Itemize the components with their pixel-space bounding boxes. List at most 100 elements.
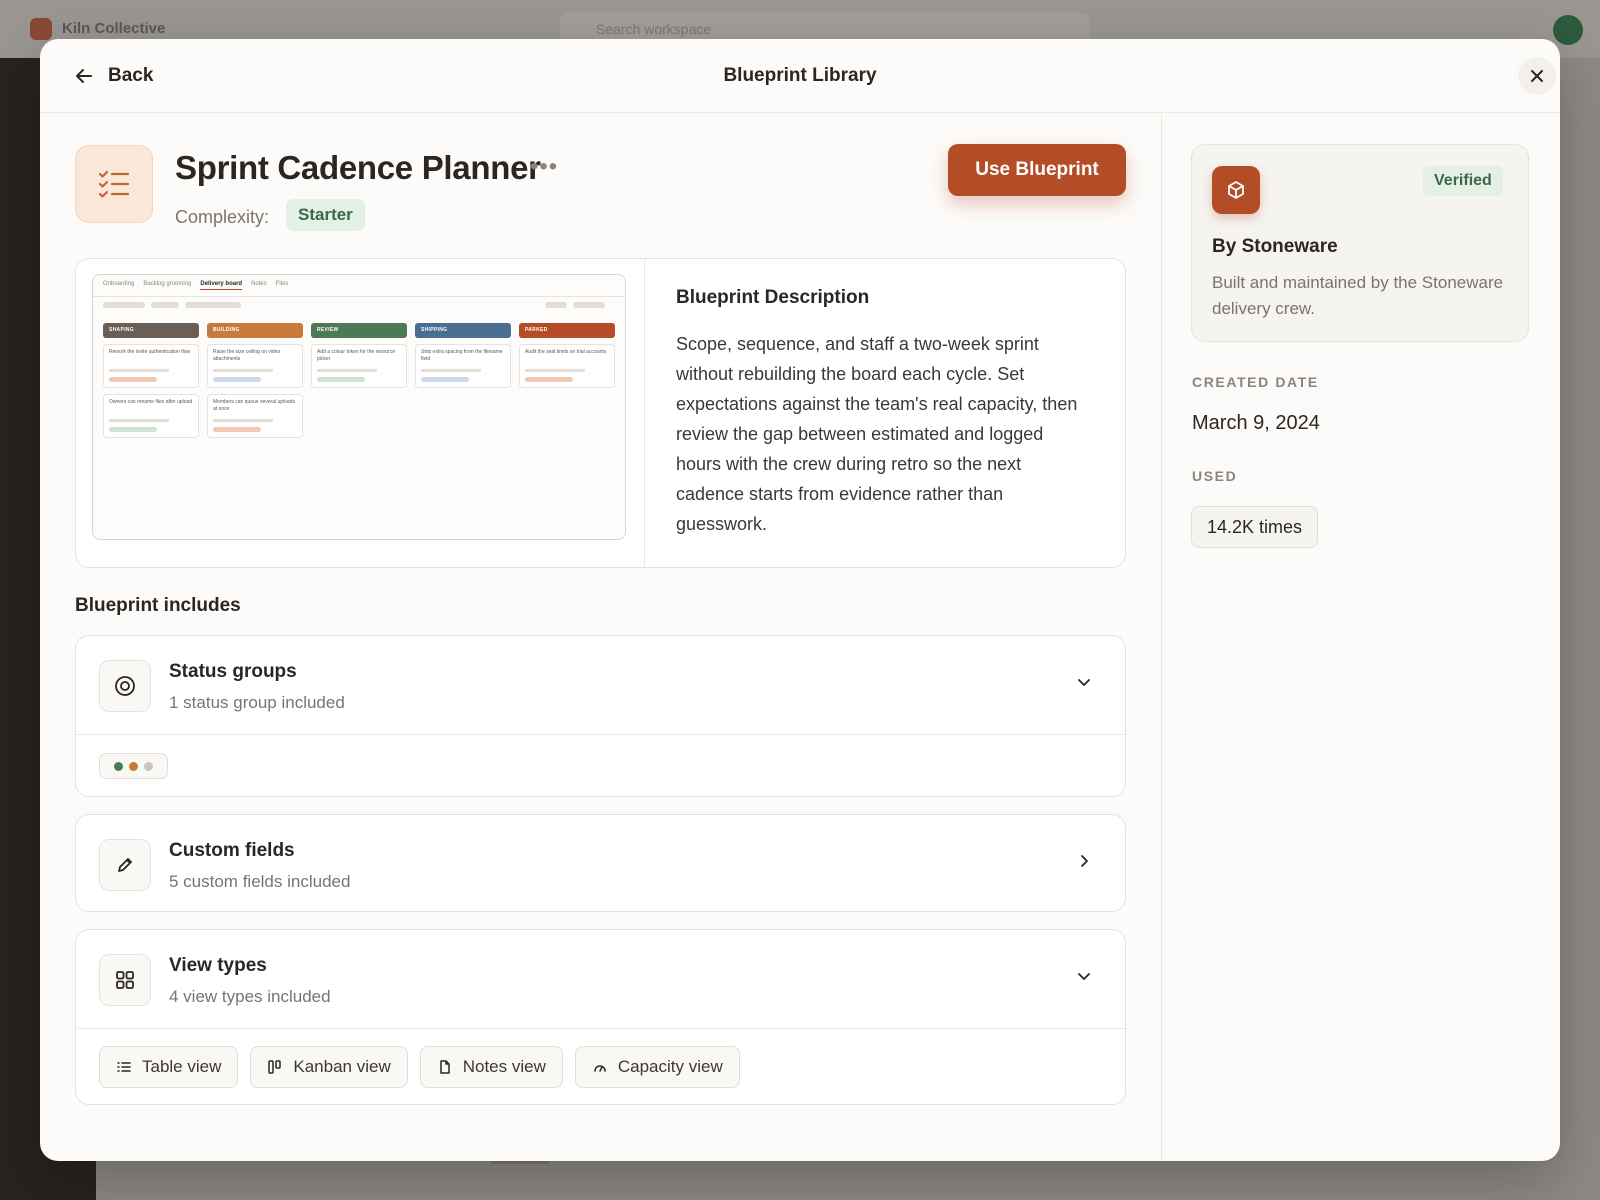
blueprint-modal: Back Blueprint Library Sprint Cadence Pl… — [40, 39, 1560, 1161]
notes-view-chip[interactable]: Notes view — [419, 1046, 563, 1088]
chevron-right-icon — [1081, 855, 1088, 867]
placeholder-bar — [213, 369, 273, 372]
preview-card-item: Strip extra spacing from the filename fi… — [415, 344, 511, 388]
author-description: Built and maintained by the Stoneware de… — [1212, 273, 1504, 318]
preview-column-header: PARKED — [519, 323, 615, 338]
preview-tab: Notes — [251, 281, 267, 287]
preview-tab: Backlog grooming — [143, 281, 192, 287]
preview-card-text: Raise the size ceiling on video attachme… — [213, 349, 281, 362]
preview-card-text: Rework the invite authentication flow — [109, 349, 191, 355]
view-chips: Table view Kanban view Notes view Capaci… — [99, 1046, 740, 1088]
description-text: Scope, sequence, and staff a two-week sp… — [676, 334, 1078, 534]
status-dot — [144, 761, 153, 771]
document-icon — [439, 1060, 450, 1074]
chip-label: Kanban view — [293, 1057, 391, 1076]
modal-title: Blueprint Library — [723, 65, 877, 86]
kanban-view-chip[interactable]: Kanban view — [250, 1046, 408, 1088]
status-icon-box — [99, 660, 151, 712]
placeholder-bar — [151, 302, 179, 308]
custom-fields-section: Custom fields 5 custom fields included — [75, 814, 1126, 912]
close-icon — [1531, 70, 1543, 82]
custom-fields-subtitle: 5 custom fields included — [169, 872, 351, 891]
status-groups-subtitle: 1 status group included — [169, 693, 345, 712]
divider — [93, 296, 625, 297]
preview-card-text: Members can queue several uploads at onc… — [213, 399, 295, 412]
preview-tab: Onboarding — [103, 281, 135, 287]
complexity-badge: Starter — [286, 199, 365, 231]
placeholder-bar — [109, 369, 169, 372]
description-heading: Blueprint Description — [676, 287, 870, 308]
preview-column: SHIPPING Strip extra spacing from the fil… — [415, 323, 511, 388]
status-groups-body — [76, 734, 1125, 796]
author-logo — [1212, 166, 1260, 214]
preview-column-header: BUILDING — [207, 323, 303, 338]
placeholder-bar — [573, 302, 605, 308]
workspace-logo — [30, 18, 52, 40]
preview-card-item: Members can queue several uploads at onc… — [207, 394, 303, 438]
includes-heading: Blueprint includes — [75, 595, 241, 616]
table-view-chip[interactable]: Table view — [99, 1046, 239, 1088]
preview-card-item: Owners can rename files after upload — [103, 394, 199, 438]
status-group-chip — [99, 753, 168, 779]
view-types-title: View types — [169, 955, 267, 976]
preview-card-text: Owners can rename files after upload — [109, 399, 193, 405]
preview-column: BUILDING Raise the size ceiling on video … — [207, 323, 303, 438]
close-button[interactable] — [1518, 57, 1556, 95]
chevron-down-icon — [1078, 679, 1090, 686]
custom-fields-header[interactable]: Custom fields 5 custom fields included — [76, 815, 1125, 911]
preview-screenshot: Onboarding Backlog grooming Delivery board… — [92, 274, 626, 540]
verified-badge: Verified — [1423, 166, 1503, 196]
capacity-view-chip[interactable]: Capacity view — [574, 1046, 740, 1088]
use-blueprint-button[interactable]: Use Blueprint — [948, 144, 1126, 196]
preview-tab: Delivery board — [200, 281, 243, 290]
preview-tab: Files — [275, 281, 289, 287]
used-label: USED — [1192, 468, 1238, 484]
preview-card-item: Audit the seat limits on trial accounts — [519, 344, 615, 388]
placeholder-bar — [213, 419, 273, 422]
list-icon — [117, 1062, 131, 1072]
tag-bar — [213, 377, 261, 382]
pencil-icon — [118, 858, 132, 872]
kanban-icon — [268, 1060, 282, 1074]
status-dot — [129, 761, 138, 771]
preview-card-text: Add a colour token for the resource pick… — [317, 349, 396, 362]
checklist-icon — [98, 170, 130, 198]
author-name: By Stoneware — [1212, 236, 1338, 257]
tag-bar — [213, 427, 261, 432]
complexity-label: Complexity: — [175, 207, 270, 227]
placeholder-bar — [317, 369, 377, 372]
chip-label: Notes view — [462, 1057, 546, 1076]
preview-column: PARKED Audit the seat limits on trial acc… — [519, 323, 615, 388]
cube-icon — [1228, 181, 1244, 199]
view-types-section: View types 4 view types included Table v… — [75, 929, 1126, 1105]
column-divider — [1161, 113, 1162, 1161]
status-dot — [114, 761, 123, 771]
more-options-button[interactable]: ••• — [530, 153, 558, 181]
placeholder-bar — [525, 369, 585, 372]
divider — [644, 259, 645, 567]
created-date-label: CREATED DATE — [1192, 374, 1319, 390]
preview-card: Onboarding Backlog grooming Delivery board… — [75, 258, 1126, 568]
status-groups-header[interactable]: Status groups 1 status group included — [76, 636, 1125, 734]
view-types-icon-box — [99, 954, 151, 1006]
created-date-value: March 9, 2024 — [1192, 412, 1320, 434]
workspace-name: Kiln Collective — [62, 20, 166, 37]
preview-tabs: Onboarding Backlog grooming Delivery board… — [103, 281, 288, 290]
preview-column: REVIEW Add a colour token for the resourc… — [311, 323, 407, 388]
preview-column-header: REVIEW — [311, 323, 407, 338]
preview-card-item: Add a colour token for the resource pick… — [311, 344, 407, 388]
status-groups-title: Status groups — [169, 661, 297, 682]
chip-label: Capacity view — [617, 1057, 723, 1076]
tag-bar — [317, 377, 365, 382]
tag-bar — [525, 377, 573, 382]
preview-card-item: Rework the invite authentication flow — [103, 344, 199, 388]
placeholder-bar — [185, 302, 241, 308]
preview-column-header: SHAPING — [103, 323, 199, 338]
status-groups-section: Status groups 1 status group included — [75, 635, 1126, 797]
preview-column: SHAPING Rework the invite authentication … — [103, 323, 199, 438]
view-types-header[interactable]: View types 4 view types included — [76, 930, 1125, 1028]
placeholder-bar — [421, 369, 481, 372]
tag-bar — [109, 377, 157, 382]
placeholder-bar — [103, 302, 145, 308]
view-types-body: Table view Kanban view Notes view Capaci… — [76, 1028, 1125, 1104]
